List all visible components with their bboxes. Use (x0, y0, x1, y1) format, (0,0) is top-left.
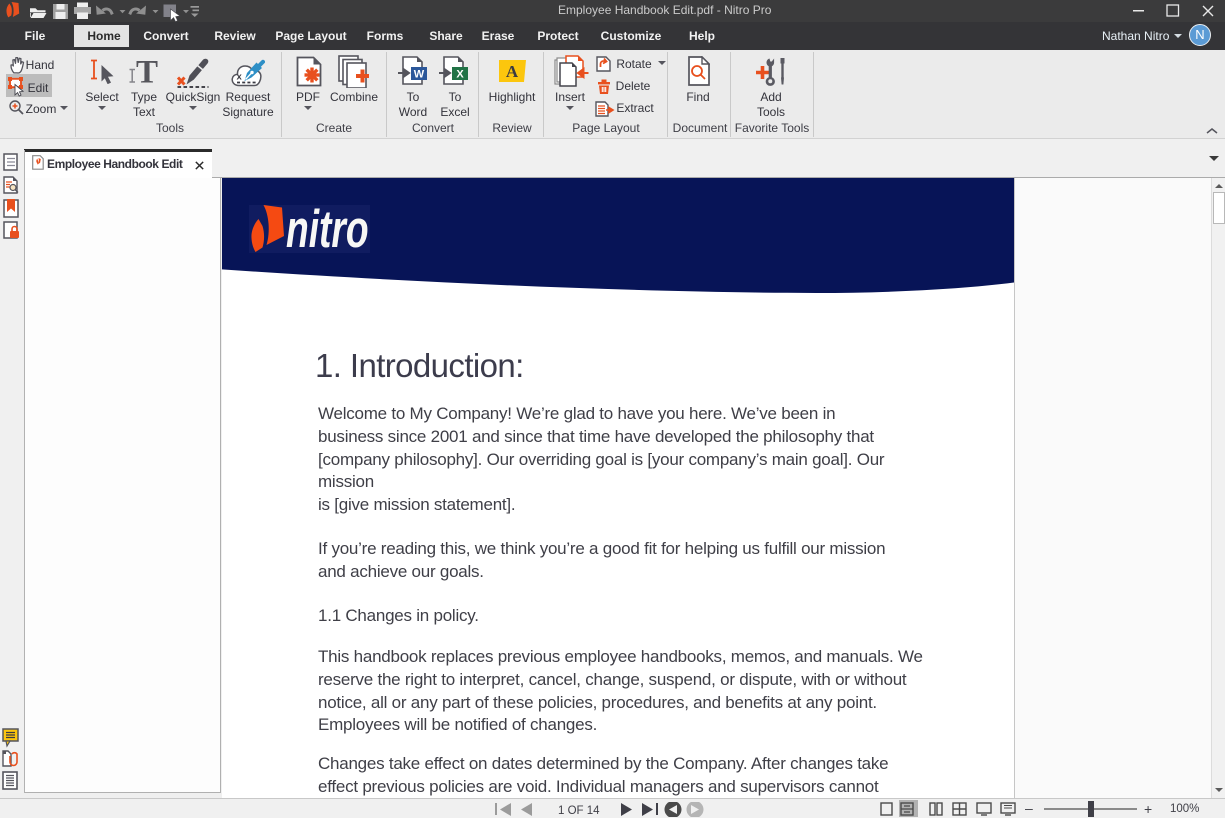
svg-text:T: T (136, 56, 158, 84)
svg-text:A: A (506, 62, 519, 81)
svg-text:X: X (456, 69, 464, 81)
svg-text:x: x (237, 72, 243, 83)
svg-text:nitro: nitro (286, 200, 369, 252)
svg-text:W: W (414, 69, 425, 81)
svg-text:1 OF 14: 1 OF 14 (558, 805, 600, 817)
